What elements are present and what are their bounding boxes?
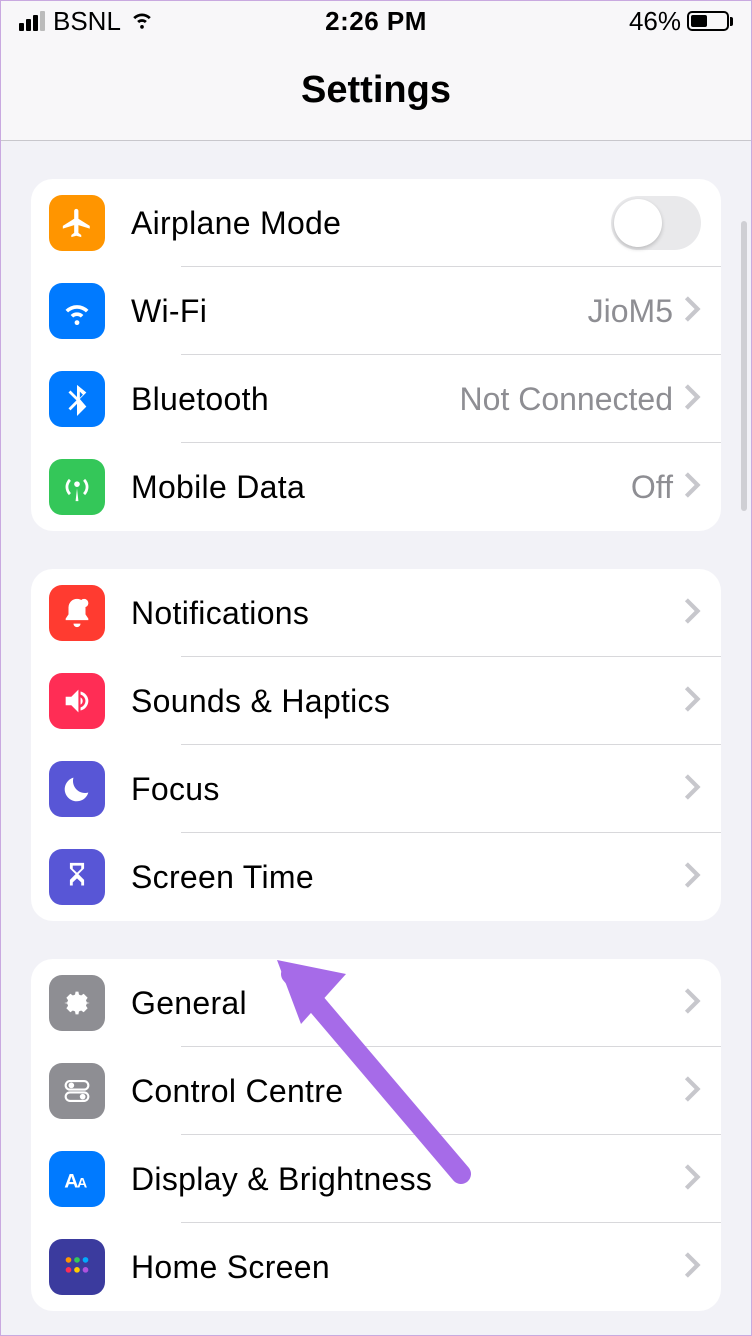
row-display-brightness[interactable]: AA Display & Brightness — [31, 1135, 721, 1223]
row-label: Mobile Data — [131, 469, 631, 506]
gear-icon — [49, 975, 105, 1031]
app-grid-icon — [49, 1239, 105, 1295]
row-label: Bluetooth — [131, 381, 460, 418]
row-label: Airplane Mode — [131, 205, 611, 242]
bell-icon — [49, 585, 105, 641]
wifi-status-icon — [129, 5, 155, 38]
row-airplane-mode[interactable]: Airplane Mode — [31, 179, 721, 267]
row-detail: JioM5 — [588, 293, 673, 330]
chevron-right-icon — [683, 383, 701, 416]
row-label: General — [131, 985, 683, 1022]
settings-group-general: General Control Centre AA Display & Brig… — [31, 959, 721, 1311]
svg-text:A: A — [77, 1176, 87, 1192]
wifi-icon — [49, 283, 105, 339]
row-mobile-data[interactable]: Mobile Data Off — [31, 443, 721, 531]
moon-icon — [49, 761, 105, 817]
cell-signal-icon — [19, 11, 45, 31]
row-sounds-haptics[interactable]: Sounds & Haptics — [31, 657, 721, 745]
row-label: Control Centre — [131, 1073, 683, 1110]
row-home-screen[interactable]: Home Screen — [31, 1223, 721, 1311]
toggles-icon — [49, 1063, 105, 1119]
chevron-right-icon — [683, 685, 701, 718]
row-label: Focus — [131, 771, 683, 808]
battery-pct-label: 46% — [629, 6, 681, 37]
chevron-right-icon — [683, 1251, 701, 1284]
row-bluetooth[interactable]: Bluetooth Not Connected — [31, 355, 721, 443]
row-general[interactable]: General — [31, 959, 721, 1047]
status-bar: BSNL 2:26 PM 46% — [1, 1, 751, 41]
row-detail: Not Connected — [460, 381, 673, 418]
row-label: Screen Time — [131, 859, 683, 896]
chevron-right-icon — [683, 1163, 701, 1196]
chevron-right-icon — [683, 861, 701, 894]
chevron-right-icon — [683, 987, 701, 1020]
text-size-icon: AA — [49, 1151, 105, 1207]
chevron-right-icon — [683, 471, 701, 504]
row-label: Notifications — [131, 595, 683, 632]
antenna-icon — [49, 459, 105, 515]
chevron-right-icon — [683, 597, 701, 630]
chevron-right-icon — [683, 295, 701, 328]
airplane-icon — [49, 195, 105, 251]
row-label: Wi-Fi — [131, 293, 588, 330]
row-focus[interactable]: Focus — [31, 745, 721, 833]
carrier-label: BSNL — [53, 6, 121, 37]
row-control-centre[interactable]: Control Centre — [31, 1047, 721, 1135]
scroll-indicator[interactable] — [741, 221, 747, 511]
row-screen-time[interactable]: Screen Time — [31, 833, 721, 921]
row-label: Display & Brightness — [131, 1161, 683, 1198]
row-label: Home Screen — [131, 1249, 683, 1286]
airplane-toggle[interactable] — [611, 196, 701, 250]
chevron-right-icon — [683, 1075, 701, 1108]
chevron-right-icon — [683, 773, 701, 806]
bluetooth-icon — [49, 371, 105, 427]
settings-group-alerts: Notifications Sounds & Haptics Focus Scr… — [31, 569, 721, 921]
page-title: Settings — [1, 41, 751, 141]
settings-group-connectivity: Airplane Mode Wi-Fi JioM5 Bluetooth Not … — [31, 179, 721, 531]
row-label: Sounds & Haptics — [131, 683, 683, 720]
hourglass-icon — [49, 849, 105, 905]
row-wifi[interactable]: Wi-Fi JioM5 — [31, 267, 721, 355]
battery-icon — [687, 11, 733, 31]
row-notifications[interactable]: Notifications — [31, 569, 721, 657]
row-detail: Off — [631, 469, 673, 506]
speaker-icon — [49, 673, 105, 729]
